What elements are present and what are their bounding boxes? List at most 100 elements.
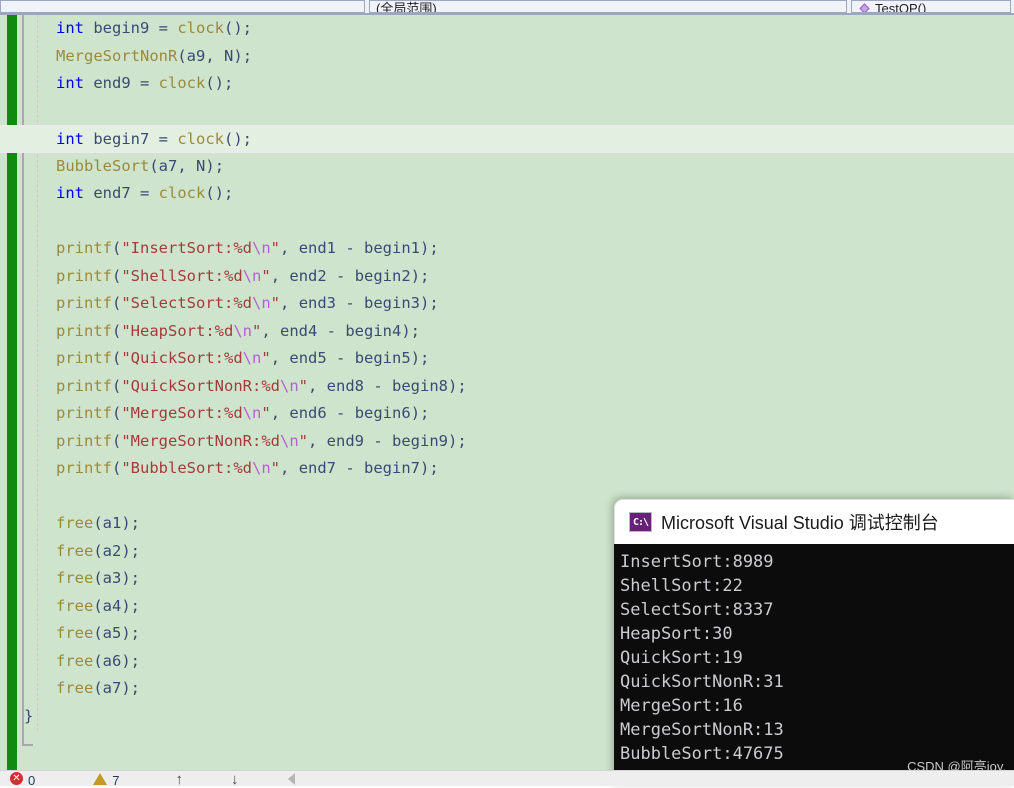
code-line[interactable]: int begin9 = clock(); bbox=[0, 15, 1014, 43]
code-line[interactable]: printf("HeapSort:%d\n", end4 - begin4); bbox=[0, 318, 1014, 346]
code-token: "HeapSort:%d bbox=[121, 321, 234, 340]
scroll-down-button[interactable]: ↓ bbox=[231, 771, 239, 787]
console-output-line: ShellSort:22 bbox=[620, 576, 743, 596]
code-token: ); bbox=[420, 459, 439, 477]
code-token: - bbox=[336, 294, 365, 312]
code-line[interactable]: MergeSortNonR(a9, N); bbox=[0, 43, 1014, 71]
code-token: - bbox=[336, 239, 365, 257]
code-token: } bbox=[24, 706, 34, 725]
arrow-up-icon: ↑ bbox=[175, 770, 183, 788]
code-line[interactable]: int end9 = clock(); bbox=[0, 70, 1014, 98]
console-output-line: SelectSort:8337 bbox=[620, 600, 774, 620]
code-line[interactable]: BubbleSort(a7, N); bbox=[0, 153, 1014, 181]
code-token: ( bbox=[112, 349, 122, 367]
code-line[interactable]: printf("BubbleSort:%d\n", end7 - begin7)… bbox=[0, 455, 1014, 483]
code-token: N bbox=[196, 156, 206, 175]
code-line[interactable]: printf("QuickSortNonR:%d\n", end8 - begi… bbox=[0, 373, 1014, 401]
code-line[interactable]: printf("InsertSort:%d\n", end1 - begin1)… bbox=[0, 235, 1014, 263]
code-token: a1 bbox=[102, 514, 122, 532]
member-dropdown[interactable]: TestOP() bbox=[851, 0, 1011, 13]
code-line[interactable]: printf("MergeSortNonR:%d\n", end9 - begi… bbox=[0, 428, 1014, 456]
console-output-line: MergeSort:16 bbox=[620, 696, 743, 716]
code-token: " bbox=[298, 376, 308, 395]
code-token: , bbox=[308, 431, 327, 450]
debug-console-window[interactable]: C:\ Microsoft Visual Studio 调试控制台 Insert… bbox=[614, 499, 1014, 786]
scope-dropdown-left[interactable] bbox=[0, 0, 365, 13]
code-line[interactable]: printf("QuickSort:%d\n", end5 - begin5); bbox=[0, 345, 1014, 373]
code-token: printf bbox=[56, 266, 112, 285]
code-token: " bbox=[261, 266, 271, 285]
code-token: "ShellSort:%d bbox=[121, 266, 243, 285]
code-token: begin3 bbox=[364, 294, 421, 312]
code-token: "InsertSort:%d bbox=[121, 239, 252, 257]
code-token: ( bbox=[112, 266, 122, 285]
code-token: ); bbox=[410, 266, 430, 285]
code-token: ); bbox=[448, 376, 467, 395]
console-output-line: QuickSort:19 bbox=[620, 648, 743, 668]
code-token: end1 bbox=[298, 239, 337, 257]
code-token: ( bbox=[112, 321, 122, 340]
code-token: ( bbox=[149, 156, 159, 175]
code-token: \n bbox=[252, 459, 271, 477]
code-token: = bbox=[130, 184, 159, 202]
code-token: " bbox=[298, 431, 308, 450]
code-token: - bbox=[326, 266, 355, 285]
error-list-warnings[interactable]: 7 bbox=[93, 771, 119, 788]
code-token: a6 bbox=[102, 651, 122, 670]
code-token: = bbox=[149, 130, 178, 148]
code-line[interactable] bbox=[0, 98, 1014, 126]
code-token: N bbox=[224, 46, 234, 65]
code-token: ); bbox=[410, 404, 430, 422]
code-line[interactable]: printf("MergeSort:%d\n", end6 - begin6); bbox=[0, 400, 1014, 428]
console-output-line: InsertSort:8989 bbox=[620, 552, 774, 572]
code-token: ( bbox=[93, 541, 103, 560]
code-token: free bbox=[56, 679, 94, 697]
code-token: int bbox=[56, 184, 84, 202]
code-token: begin7 bbox=[93, 130, 150, 148]
code-token: ( bbox=[112, 294, 122, 312]
code-line[interactable]: printf("SelectSort:%d\n", end3 - begin3)… bbox=[0, 290, 1014, 318]
console-titlebar[interactable]: C:\ Microsoft Visual Studio 调试控制台 bbox=[614, 499, 1014, 544]
code-token: "MergeSort:%d bbox=[121, 404, 243, 422]
code-line[interactable]: int begin7 = clock(); bbox=[0, 125, 1014, 153]
code-token: clock bbox=[177, 19, 225, 37]
error-list-errors[interactable]: ✕ 0 bbox=[10, 771, 35, 788]
scroll-left-button[interactable] bbox=[288, 771, 296, 787]
code-token: end2 bbox=[289, 266, 327, 285]
code-token: \n bbox=[242, 266, 262, 285]
code-token: MergeSortNonR bbox=[56, 46, 178, 65]
code-token: ); bbox=[121, 569, 141, 587]
code-token: (); bbox=[224, 19, 253, 37]
code-token: - bbox=[364, 376, 392, 395]
code-token: end8 bbox=[326, 376, 364, 395]
code-line[interactable]: int end7 = clock(); bbox=[0, 180, 1014, 208]
warning-triangle-icon bbox=[93, 772, 108, 785]
cpp-console-icon: C:\ bbox=[629, 512, 652, 532]
code-token: "BubbleSort:%d bbox=[121, 459, 252, 477]
code-token: end3 bbox=[298, 294, 337, 312]
code-token: ); bbox=[420, 239, 439, 257]
code-token: ( bbox=[93, 651, 103, 670]
code-token: begin5 bbox=[354, 349, 411, 367]
code-line[interactable]: printf("ShellSort:%d\n", end2 - begin2); bbox=[0, 263, 1014, 291]
console-output-line: MergeSortNonR:13 bbox=[620, 720, 784, 740]
console-output-area[interactable]: InsertSort:8989 ShellSort:22 SelectSort:83… bbox=[614, 544, 1014, 786]
arrow-down-icon: ↓ bbox=[230, 770, 239, 788]
scope-dropdown-global[interactable]: (全局范围) bbox=[369, 0, 847, 13]
code-token: " bbox=[270, 459, 281, 477]
code-line[interactable] bbox=[0, 208, 1014, 236]
code-token: end6 bbox=[289, 404, 327, 422]
code-token: - bbox=[326, 349, 355, 367]
code-token: , bbox=[308, 376, 327, 395]
code-token: begin9 bbox=[392, 431, 448, 450]
code-token: " bbox=[252, 321, 262, 340]
code-token: end9 bbox=[326, 431, 364, 450]
code-token: = bbox=[130, 74, 159, 92]
code-token: (); bbox=[205, 74, 234, 92]
code-token: ( bbox=[93, 596, 103, 615]
code-token: \n bbox=[252, 239, 271, 257]
scroll-up-button[interactable]: ↑ bbox=[175, 771, 183, 787]
